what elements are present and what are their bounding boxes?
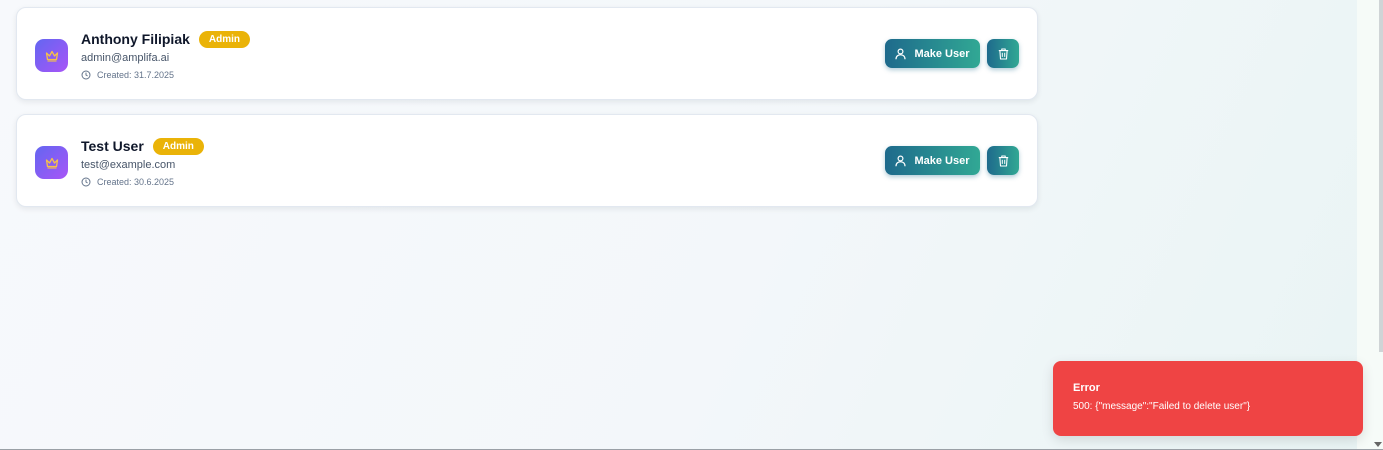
make-user-label: Make User [914, 154, 970, 167]
make-user-label: Make User [914, 47, 970, 60]
avatar [35, 39, 68, 72]
created-label: Created: 31.7.2025 [97, 70, 175, 80]
crown-icon [45, 157, 58, 169]
error-toast[interactable]: Error 500: {"message":"Failed to delete … [1053, 361, 1363, 436]
admin-badge: Admin [198, 31, 250, 48]
clock-icon [81, 177, 91, 187]
user-icon [895, 47, 907, 59]
avatar [35, 146, 68, 179]
user-card: Anthony Filipiak Admin admin@amplifa.ai C… [16, 7, 1038, 100]
trash-icon [998, 154, 1008, 167]
delete-user-button[interactable] [987, 39, 1019, 68]
user-name: Anthony Filipiak Admin [81, 31, 250, 48]
user-email: admin@amplifa.ai [81, 52, 170, 64]
scrollbar-thumb[interactable] [1379, 0, 1383, 352]
toast-title: Error [1073, 382, 1100, 394]
user-icon [895, 154, 907, 166]
user-name: Test User Admin [81, 138, 204, 155]
scroll-down-arrow-icon[interactable] [1374, 442, 1382, 447]
user-email: test@example.com [81, 159, 176, 171]
clock-icon [81, 70, 91, 80]
make-user-button[interactable]: Make User [885, 146, 980, 175]
toast-message: 500: {"message":"Failed to delete user"} [1073, 401, 1251, 412]
user-card: Test User Admin test@example.com Created:… [16, 114, 1038, 207]
make-user-button[interactable]: Make User [885, 39, 980, 68]
created-date: Created: 31.7.2025 [81, 70, 174, 80]
crown-icon [45, 50, 58, 62]
delete-user-button[interactable] [987, 146, 1019, 175]
created-date: Created: 30.6.2025 [81, 177, 174, 187]
trash-icon [998, 47, 1008, 60]
created-label: Created: 30.6.2025 [97, 177, 175, 187]
admin-badge: Admin [152, 138, 204, 155]
